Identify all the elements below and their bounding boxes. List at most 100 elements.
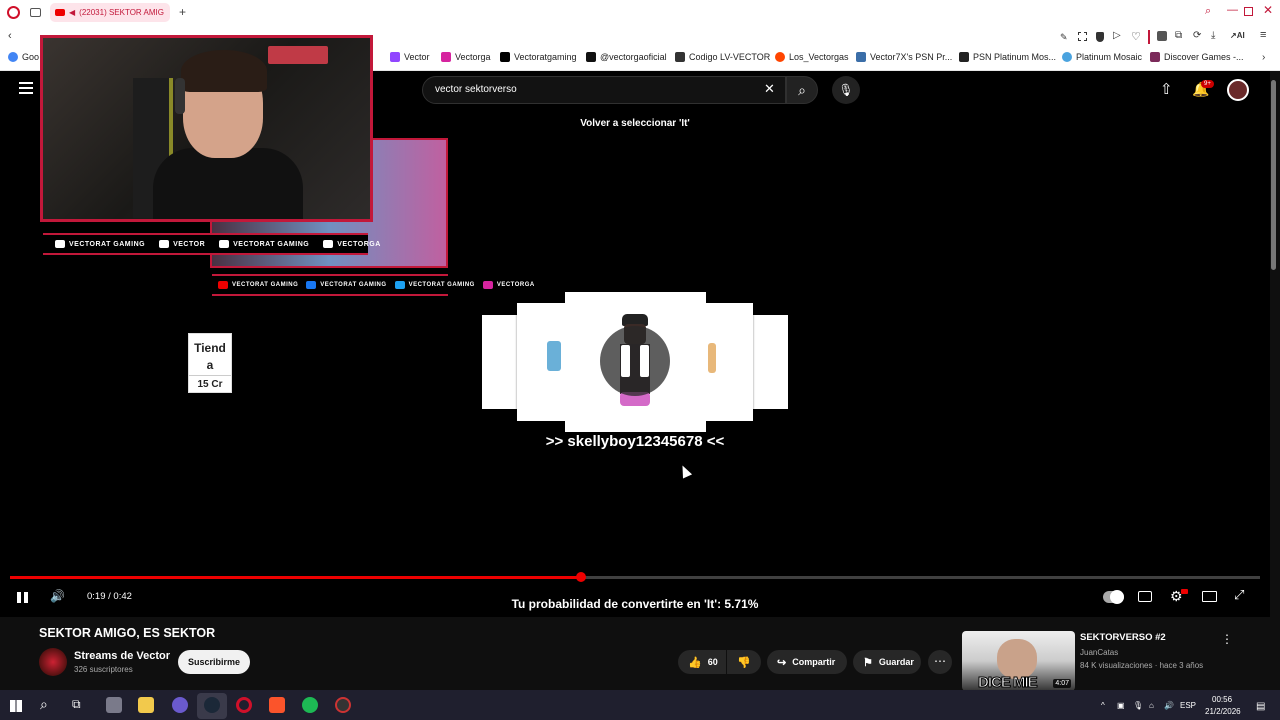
volume-tray-icon[interactable]: 🔊 [1164, 701, 1174, 710]
maximize-button[interactable] [1244, 7, 1253, 16]
theater-mode-icon[interactable] [1202, 591, 1217, 602]
avatar-card-far-left [482, 315, 518, 409]
recommended-thumbnail[interactable]: DICE MIE 4:07 [962, 631, 1075, 691]
scrollbar[interactable] [1271, 80, 1276, 270]
upload-icon[interactable]: ⇧ [1160, 80, 1173, 98]
volume-icon[interactable]: 🔊 [50, 589, 65, 603]
sync-icon[interactable]: ⟳ [1193, 30, 1201, 41]
notification-badge: 9+ [1201, 80, 1214, 88]
workspaces-icon[interactable] [30, 8, 41, 17]
snapshot-icon[interactable] [1078, 32, 1087, 41]
bookmark-google[interactable]: Goo [8, 52, 39, 62]
active-tab[interactable]: ◀ (22031) SEKTOR AMIG [50, 3, 170, 22]
share-button[interactable]: ↪ Compartir [767, 650, 847, 674]
extension-icon[interactable]: ⧉ [1175, 30, 1182, 41]
windows-start-icon[interactable] [10, 700, 22, 712]
opera-logo-icon[interactable] [7, 6, 20, 19]
pin-icon[interactable]: ✎ [1060, 32, 1068, 43]
back-button[interactable]: ‹ [8, 30, 12, 42]
search-icon: ⌕ [798, 82, 806, 98]
voice-search-icon[interactable]: 🎙 [832, 76, 860, 104]
recommended-menu-icon[interactable]: ⋮ [1221, 632, 1233, 646]
pause-overlay-icon[interactable] [600, 326, 670, 396]
opera-gx-icon[interactable] [172, 697, 188, 713]
bookmark-label: Vector7X's PSN Pr... [870, 52, 953, 62]
play-icon[interactable]: ▷ [1113, 30, 1121, 41]
brave-icon[interactable] [269, 697, 285, 713]
clock-date[interactable]: 21/2/2026 [1205, 707, 1241, 716]
subtitles-icon[interactable] [1138, 591, 1152, 602]
reddit-icon [775, 52, 785, 62]
heart-icon[interactable]: ♡ [1131, 30, 1141, 43]
close-window-button[interactable]: ✕ [1263, 3, 1273, 17]
social-instagram: VECTORGA [482, 281, 535, 289]
network-icon[interactable]: ⌂ [1149, 701, 1154, 710]
clear-search-icon[interactable]: ✕ [764, 81, 775, 97]
search-tabs-icon[interactable]: ⌕ [1205, 5, 1211, 18]
user-avatar[interactable] [1227, 79, 1249, 101]
channel-name[interactable]: Streams de Vector [74, 650, 170, 662]
pause-button[interactable] [17, 592, 29, 604]
dislike-button[interactable]: 👎 [727, 650, 761, 674]
instagram-icon [441, 52, 451, 62]
ai-button[interactable]: ↗AI [1230, 31, 1245, 40]
new-tab-button[interactable]: + [179, 5, 186, 19]
bookmark-item[interactable]: @vectorgaoficial [586, 52, 667, 62]
more-actions-button[interactable]: ⋯ [928, 650, 952, 674]
recommended-title[interactable]: SEKTORVERSO #2 [1080, 632, 1166, 643]
bookmark-item[interactable]: Vectoratgaming [500, 52, 577, 62]
download-icon[interactable]: ⤓ [1211, 30, 1215, 41]
bookmarks-overflow-icon[interactable]: › [1262, 52, 1265, 63]
social-twitter: VECTORAT GAMING [394, 281, 475, 289]
bookmark-label: @vectorgaoficial [600, 52, 667, 62]
language-indicator[interactable]: ESP [1180, 701, 1196, 710]
search-icon[interactable]: ⌕ [40, 696, 48, 713]
app-icon[interactable] [106, 697, 122, 713]
like-button[interactable]: 👍 60 [678, 650, 726, 674]
file-explorer-icon[interactable] [138, 697, 154, 713]
extension-d-icon[interactable] [1157, 31, 1167, 41]
bookmark-item[interactable]: Vector [390, 52, 430, 62]
bookmark-item[interactable]: Los_Vectorgas [775, 52, 849, 62]
hamburger-menu-icon[interactable] [19, 82, 33, 94]
opera-icon[interactable] [236, 697, 252, 713]
autoplay-toggle[interactable] [1103, 590, 1124, 604]
tray-overflow-icon[interactable]: ^ [1101, 701, 1105, 710]
fullscreen-icon[interactable]: ⤢ [1234, 587, 1244, 603]
recommended-channel[interactable]: JuanCatas [1080, 648, 1118, 657]
shield-icon[interactable] [1096, 32, 1104, 42]
social-label: VECTOR [173, 240, 206, 248]
bookmark-item[interactable]: Vector7X's PSN Pr... [856, 52, 952, 62]
save-button[interactable]: ⚑ Guardar [853, 650, 921, 674]
bookmark-item[interactable]: Vectorga [441, 52, 491, 62]
spotify-icon[interactable] [302, 697, 318, 713]
bookmark-label: PSN Platinum Mos... [973, 52, 1057, 62]
search-button[interactable]: ⌕ [786, 76, 818, 104]
speaker-icon[interactable]: ◀ [69, 8, 75, 17]
channel-avatar[interactable] [39, 648, 67, 676]
progress-scrubber[interactable] [576, 572, 586, 582]
youtube-icon [218, 281, 228, 289]
browser-tab-bar: ◀ (22031) SEKTOR AMIG + ⌕ — ✕ [0, 0, 1280, 26]
sidebar-divider [1148, 30, 1150, 44]
tray-app-icon[interactable]: ▣ [1117, 701, 1125, 710]
search-input[interactable]: vector sektorverso [422, 76, 786, 104]
notification-center-icon[interactable]: ▤ [1256, 701, 1265, 712]
social-label: VECTORAT GAMING [233, 240, 310, 248]
minimize-button[interactable]: — [1227, 4, 1238, 16]
menu-icon[interactable]: ≡ [1260, 29, 1266, 41]
player-username: >> skellyboy12345678 << [545, 433, 725, 450]
task-view-icon[interactable]: ⧉ [72, 697, 81, 712]
bookmark-item[interactable]: PSN Platinum Mos... [959, 52, 1056, 62]
shop-button[interactable]: Tiend a 15 Cr [188, 333, 232, 393]
social-label: VECTORAT GAMING [69, 240, 146, 248]
app-icon[interactable] [335, 697, 351, 713]
subscribe-button[interactable]: Suscribirme [178, 650, 250, 674]
bookmark-item[interactable]: Codigo LV-VECTOR [675, 52, 770, 62]
clock-time[interactable]: 00:56 [1212, 695, 1232, 704]
reselect-it-button[interactable]: Volver a seleccionar 'It' [560, 118, 710, 129]
instagram-icon [482, 281, 493, 289]
bookmark-item[interactable]: Platinum Mosaic [1062, 52, 1142, 62]
microphone-icon[interactable]: 🎙 [1133, 701, 1143, 710]
bookmark-item[interactable]: Discover Games -... [1150, 52, 1244, 62]
